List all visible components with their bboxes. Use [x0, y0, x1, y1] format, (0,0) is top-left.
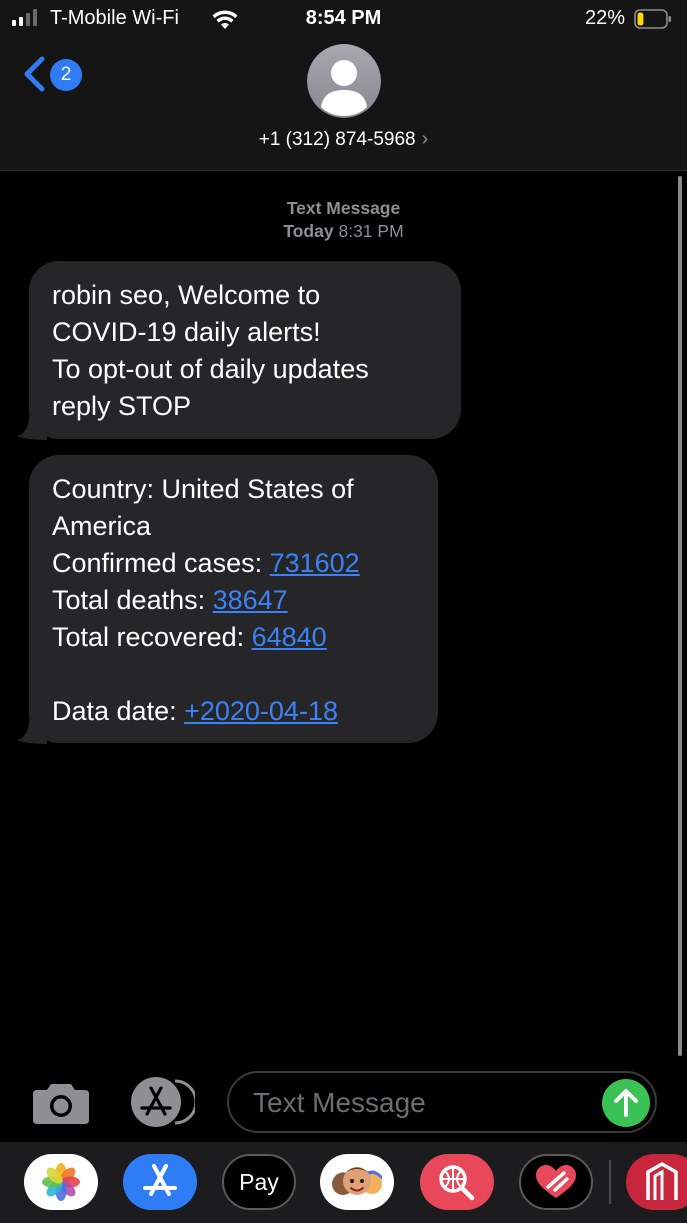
confirmed-label: Confirmed cases: — [52, 548, 270, 578]
send-button[interactable] — [602, 1079, 650, 1127]
app-store-a-icon — [143, 1164, 177, 1196]
thread-scrollbar[interactable] — [678, 176, 682, 1056]
compose-bar — [0, 1062, 687, 1142]
building-app-button[interactable] — [626, 1154, 687, 1210]
memoji-icon — [332, 1167, 382, 1195]
app-store-icon — [131, 1077, 198, 1127]
chevron-left-icon — [24, 56, 45, 92]
heart-icon — [536, 1165, 576, 1198]
total-deaths-link[interactable]: 38647 — [213, 585, 288, 615]
contact-name: +1 (312) 874-5968 — [258, 129, 416, 150]
chevron-right-icon: › — [421, 128, 429, 150]
message-bubble[interactable]: Country: United States of America Confir… — [17, 455, 438, 744]
data-date-link[interactable]: +2020-04-18 — [184, 696, 338, 726]
status-bar: T-Mobile Wi-Fi 8:54 PM 22% — [0, 0, 687, 38]
search-globe-icon — [439, 1165, 475, 1201]
back-button[interactable]: 2 — [20, 54, 86, 96]
camera-icon — [33, 1084, 89, 1124]
memoji-app-button[interactable] — [320, 1154, 394, 1210]
message-bubble[interactable]: robin seo, Welcome to COVID-19 daily ale… — [17, 261, 461, 440]
apple-pay-label: Pay — [239, 1169, 279, 1195]
messages-screen: T-Mobile Wi-Fi 8:54 PM 22% 2 +1 (312) 87… — [0, 0, 687, 1223]
total-deaths-line: Total deaths: 38647 — [52, 582, 416, 619]
drawer-divider — [609, 1160, 611, 1204]
contact-name-button[interactable]: +1 (312) 874-5968 › — [0, 128, 687, 151]
contact-avatar[interactable] — [307, 44, 381, 118]
total-recovered-link[interactable]: 64840 — [252, 622, 327, 652]
photos-icon — [42, 1163, 80, 1201]
data-date-line: Data date: +2020-04-18 — [52, 693, 416, 730]
message-input[interactable] — [251, 1082, 585, 1124]
apple-pay-app-button[interactable]: Pay — [222, 1154, 296, 1210]
app-store-apps-button[interactable] — [127, 1077, 198, 1127]
recovered-label: Total recovered: — [52, 622, 252, 652]
heart-app-button[interactable] — [519, 1154, 593, 1210]
building-app-icon — [646, 1161, 678, 1200]
message-line: To opt-out of daily updates — [52, 354, 369, 384]
arrow-up-icon — [614, 1089, 638, 1117]
thread-service-label: Text Message — [286, 198, 401, 218]
message-thread[interactable]: Text Message Today 8:31 PM robin seo, We… — [0, 171, 687, 1061]
bubble-tail — [17, 712, 47, 744]
battery-icon — [634, 9, 671, 29]
message-line: COVID-19 daily alerts! — [52, 317, 321, 347]
deaths-label: Total deaths: — [52, 585, 213, 615]
web-search-app-button[interactable] — [420, 1154, 494, 1210]
message-line: reply STOP — [52, 391, 192, 421]
message-line: robin seo, Welcome to — [52, 280, 321, 310]
battery-percent: 22% — [585, 7, 626, 29]
status-time: 8:54 PM — [305, 7, 382, 29]
unread-count-badge: 2 — [50, 59, 82, 91]
total-recovered-line: Total recovered: 64840 — [52, 619, 416, 656]
app-drawer: Pay — [0, 1142, 687, 1223]
bubble-tail — [17, 408, 47, 440]
thread-day: Today — [283, 221, 334, 241]
app-store-app-button[interactable] — [123, 1154, 197, 1210]
person-icon — [307, 44, 381, 118]
thread-timestamp: Text Message Today 8:31 PM — [0, 197, 687, 243]
thread-time: 8:31 PM — [338, 221, 404, 241]
date-label: Data date: — [52, 696, 185, 726]
conversation-header: T-Mobile Wi-Fi 8:54 PM 22% 2 +1 (312) 87… — [0, 0, 687, 171]
camera-button[interactable] — [31, 1080, 91, 1126]
photos-app-button[interactable] — [24, 1154, 98, 1210]
thread-date: Today 8:31 PM — [0, 220, 687, 243]
confirmed-cases-link[interactable]: 731602 — [270, 548, 360, 578]
country-line: America — [52, 511, 152, 541]
confirmed-cases-line: Confirmed cases: 731602 — [52, 545, 416, 582]
message-text-field[interactable] — [227, 1071, 657, 1133]
country-line: Country: United States of — [52, 474, 354, 504]
